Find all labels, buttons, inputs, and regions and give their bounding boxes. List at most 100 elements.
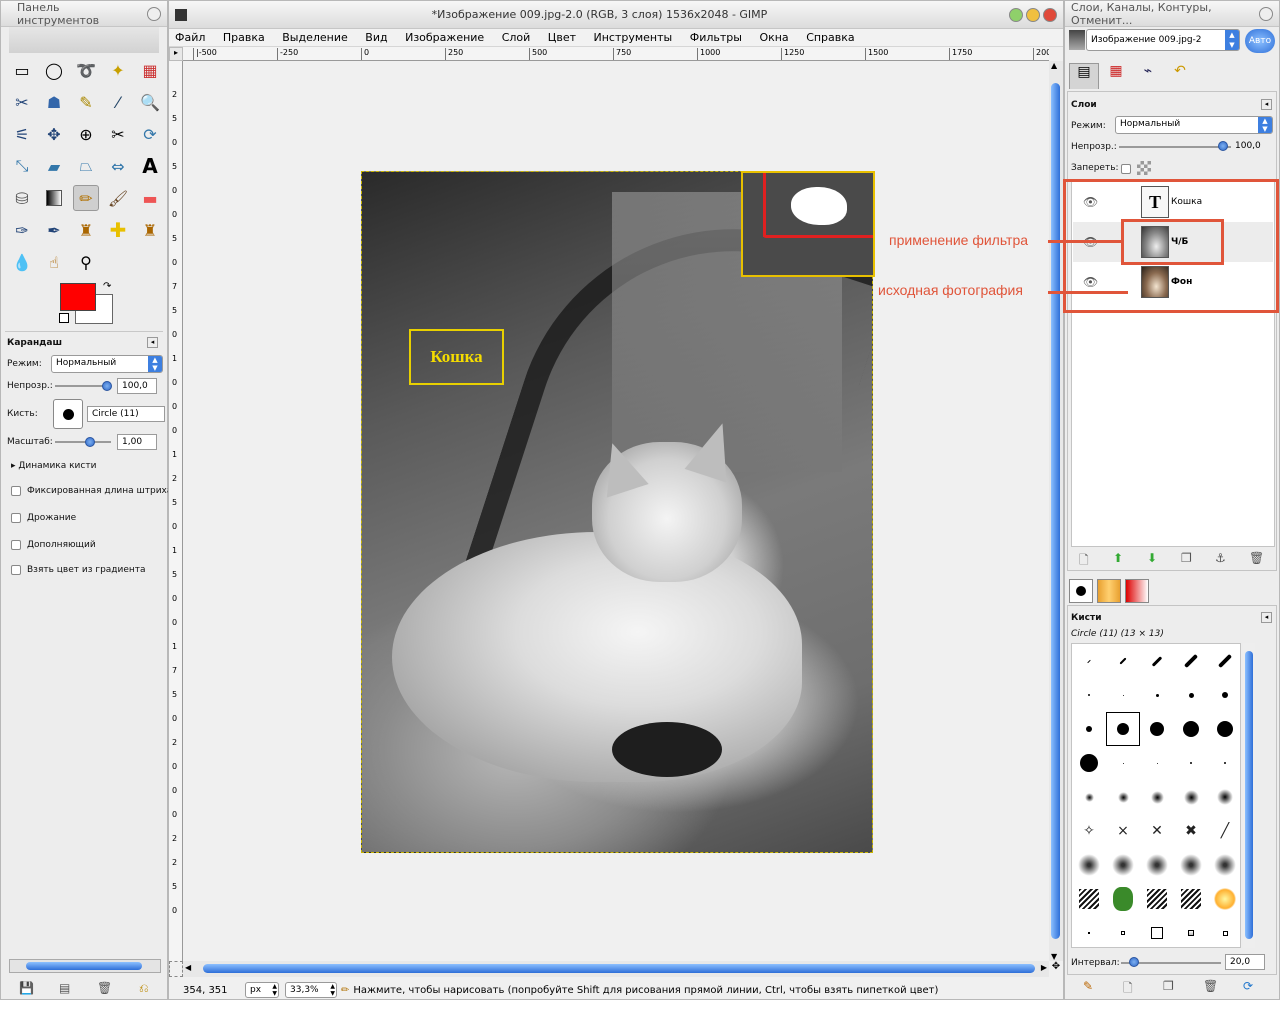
brush-cell[interactable]: ✖	[1174, 814, 1208, 848]
brush-grid-scrollbar[interactable]	[1243, 643, 1255, 948]
new-brush-icon[interactable]: 🗋	[1123, 979, 1133, 1000]
brush-cell[interactable]	[1106, 848, 1140, 882]
scroll-right-arrow-icon[interactable]: ▶	[1041, 963, 1047, 972]
image-menu-icon[interactable]	[175, 8, 187, 21]
tab-gradients[interactable]	[1125, 579, 1149, 603]
swap-colors-icon[interactable]: ↷	[103, 281, 111, 292]
color-select-tool-icon[interactable]: ▦	[137, 57, 163, 83]
menu-edit[interactable]: Правка	[223, 31, 265, 44]
text-tool-icon[interactable]: A	[137, 153, 163, 179]
auto-button[interactable]: Авто	[1245, 29, 1275, 53]
opacity-spin[interactable]: 100,0	[117, 378, 157, 394]
brush-cell[interactable]	[1174, 746, 1208, 780]
horizontal-ruler[interactable]: |-500 -250 0 250 500 750 1000 1250 1500 1750 2000	[183, 47, 1049, 61]
vertical-scroll-thumb[interactable]	[1051, 83, 1060, 939]
brush-cell[interactable]	[1140, 644, 1174, 678]
crop-tool-icon[interactable]: ✂	[105, 121, 131, 147]
navigate-icon[interactable]: ✥	[1049, 961, 1063, 977]
brush-cell[interactable]: ×	[1106, 814, 1140, 848]
raise-layer-icon[interactable]: ⬆	[1113, 551, 1123, 565]
dodge-burn-tool-icon[interactable]: ⚲	[73, 249, 99, 275]
minimize-button[interactable]	[1009, 7, 1023, 22]
rect-select-tool-icon[interactable]: ▭	[9, 57, 35, 83]
brush-scroll-thumb[interactable]	[1245, 651, 1253, 939]
ink-tool-icon[interactable]: ✒	[41, 217, 67, 243]
tab-layers[interactable]: ▤	[1069, 63, 1099, 89]
brush-cell[interactable]	[1072, 848, 1106, 882]
tool-options-menu-icon[interactable]: ◂	[147, 337, 158, 348]
horizontal-scroll-thumb[interactable]	[203, 964, 1035, 973]
tab-undo[interactable]: ↶	[1165, 63, 1195, 89]
menu-image[interactable]: Изображение	[405, 31, 484, 44]
brush-cell[interactable]	[1106, 644, 1140, 678]
tab-brushes[interactable]	[1069, 579, 1093, 603]
maximize-button[interactable]	[1026, 7, 1040, 22]
brush-cell[interactable]	[1174, 916, 1208, 947]
quick-mask-icon[interactable]	[169, 961, 183, 977]
close-button[interactable]	[1043, 7, 1057, 22]
brush-cell[interactable]	[1174, 678, 1208, 712]
tab-patterns[interactable]	[1097, 579, 1121, 603]
brush-cell[interactable]	[1208, 882, 1240, 916]
lasso-tool-icon[interactable]: ➰	[73, 57, 99, 83]
anchor-layer-icon[interactable]: ⚓	[1215, 551, 1226, 565]
navigation-preview[interactable]	[741, 171, 875, 277]
edit-brush-icon[interactable]: ✎	[1083, 979, 1093, 993]
flip-tool-icon[interactable]: ⇔	[105, 153, 131, 179]
brush-cell[interactable]	[1072, 916, 1106, 947]
jitter-checkbox[interactable]	[11, 513, 21, 523]
zoom-select[interactable]: 33,3% ▲ ▼	[285, 982, 337, 998]
heal-tool-icon[interactable]: ✚	[105, 217, 131, 243]
brush-cell[interactable]: ✧	[1072, 814, 1106, 848]
brush-name-field[interactable]: Circle (11)	[87, 406, 165, 422]
bucket-fill-tool-icon[interactable]: ⛁	[9, 185, 35, 211]
brush-cell[interactable]	[1208, 780, 1240, 814]
smudge-tool-icon[interactable]: ☝	[41, 249, 67, 275]
paths-tool-icon[interactable]: ✎	[73, 89, 99, 115]
horizontal-scrollbar[interactable]: ◀ ▶	[183, 961, 1049, 977]
foreground-select-tool-icon[interactable]: ☗	[41, 89, 67, 115]
scale-slider-track[interactable]	[55, 441, 111, 443]
paintbrush-tool-icon[interactable]: 🖌	[105, 185, 131, 211]
ellipse-select-tool-icon[interactable]: ◯	[41, 57, 67, 83]
refresh-brushes-icon[interactable]: ⟳	[1243, 979, 1253, 993]
scale-spin[interactable]: 1,00	[117, 434, 157, 450]
brush-cell[interactable]: ╱	[1208, 814, 1240, 848]
vertical-ruler[interactable]: 2 5 0 5 0 0 5 0 7 5 0 1 0 0 0 1 2 5 0 1 5 0 0 1 7 5 0 2 0 0 0 2 2 5 0	[169, 61, 183, 961]
gradient-color-checkbox[interactable]	[11, 565, 21, 575]
restore-options-icon[interactable]: ▤	[59, 981, 70, 995]
scroll-left-arrow-icon[interactable]: ◀	[185, 963, 191, 972]
brush-cell[interactable]	[1174, 712, 1208, 746]
measure-tool-icon[interactable]: ⚟	[9, 121, 35, 147]
shear-tool-icon[interactable]: ▰	[41, 153, 67, 179]
delete-layer-icon[interactable]: 🗑	[1249, 551, 1264, 565]
brush-cell[interactable]	[1106, 780, 1140, 814]
interval-spin[interactable]: 20,0	[1225, 954, 1265, 970]
brush-cell[interactable]	[1174, 644, 1208, 678]
eraser-tool-icon[interactable]: ▬	[137, 185, 163, 211]
clone-tool-icon[interactable]: ♜	[73, 217, 99, 243]
brush-cell[interactable]	[1072, 882, 1106, 916]
toolbox-scrollbar[interactable]	[9, 959, 161, 973]
pencil-tool-icon[interactable]: ✏	[73, 185, 99, 211]
brush-grid[interactable]: ✧ × ✕ ✖ ╱	[1071, 643, 1241, 948]
brush-cell[interactable]	[1174, 848, 1208, 882]
layer-mode-select[interactable]: Нормальный ▲ ▼	[1115, 116, 1273, 134]
brush-cell[interactable]	[1106, 678, 1140, 712]
brush-cell[interactable]	[1072, 644, 1106, 678]
scroll-up-arrow-icon[interactable]: ▲	[1051, 61, 1057, 70]
menu-view[interactable]: Вид	[365, 31, 387, 44]
brush-cell[interactable]	[1140, 678, 1174, 712]
tab-channels[interactable]: ▦	[1101, 63, 1131, 89]
menu-filters[interactable]: Фильтры	[690, 31, 742, 44]
save-options-icon[interactable]: 💾	[19, 981, 34, 995]
brush-cell[interactable]	[1208, 678, 1240, 712]
brush-cell[interactable]	[1140, 848, 1174, 882]
brush-cell[interactable]	[1140, 882, 1174, 916]
mode-select[interactable]: Нормальный ▲ ▼	[51, 355, 163, 373]
tab-paths[interactable]: ⌁	[1133, 63, 1163, 89]
foreground-color-swatch[interactable]	[60, 283, 96, 311]
airbrush-tool-icon[interactable]: ✑	[9, 217, 35, 243]
perspective-tool-icon[interactable]: ⏢	[73, 153, 99, 179]
brush-cell[interactable]	[1072, 678, 1106, 712]
